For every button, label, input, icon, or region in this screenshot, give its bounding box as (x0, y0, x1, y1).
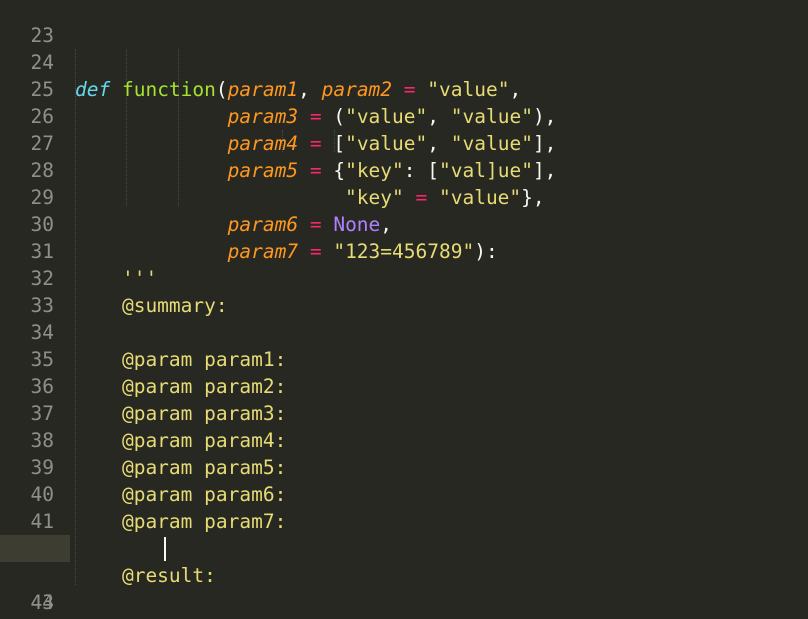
text-cursor (164, 537, 166, 561)
code-line[interactable]: 32 @summary: (0, 238, 808, 317)
code-line[interactable]: 35 @param param2: (0, 319, 808, 398)
code-line[interactable]: 38 @param param5: (0, 400, 808, 479)
code-line[interactable]: 36 @param param3: (0, 346, 808, 425)
code-line[interactable]: 24 def function(param1, param2 = "value"… (0, 22, 808, 101)
code-line[interactable]: 27 param5 = {"key": ["val]ue"], (0, 103, 808, 182)
code-line[interactable]: 26 param4 = ["value", "value"], (0, 76, 808, 155)
current-code-line[interactable]: 43 ''' (0, 535, 808, 619)
code-line[interactable]: 29 param6 = None, (0, 157, 808, 236)
code-editor[interactable]: 23 24 def function(param1, param2 = "val… (0, 0, 808, 619)
code-line[interactable]: 39 @param param6: (0, 427, 808, 506)
code-line[interactable]: 28 "key" = "value"}, (0, 130, 808, 209)
code-line[interactable]: 45 (0, 589, 808, 619)
code-line[interactable]: 31 ''' (0, 211, 808, 290)
code-line[interactable]: 25 param3 = ("value", "value"), (0, 49, 808, 128)
code-line[interactable]: 23 (0, 0, 808, 47)
code-line[interactable]: 40 @param param7: (0, 454, 808, 533)
code-line[interactable]: 34 @param param1: (0, 292, 808, 371)
code-line[interactable]: 33 (0, 265, 808, 317)
code-line[interactable]: 41 (0, 481, 808, 533)
code-line[interactable]: 42 @result: (0, 508, 808, 587)
code-line[interactable]: 44 pass (0, 562, 808, 619)
code-line[interactable]: 37 @param param4: (0, 373, 808, 452)
code-line[interactable]: 30 param7 = "123=456789"): (0, 184, 808, 263)
current-line-highlight (0, 535, 70, 562)
